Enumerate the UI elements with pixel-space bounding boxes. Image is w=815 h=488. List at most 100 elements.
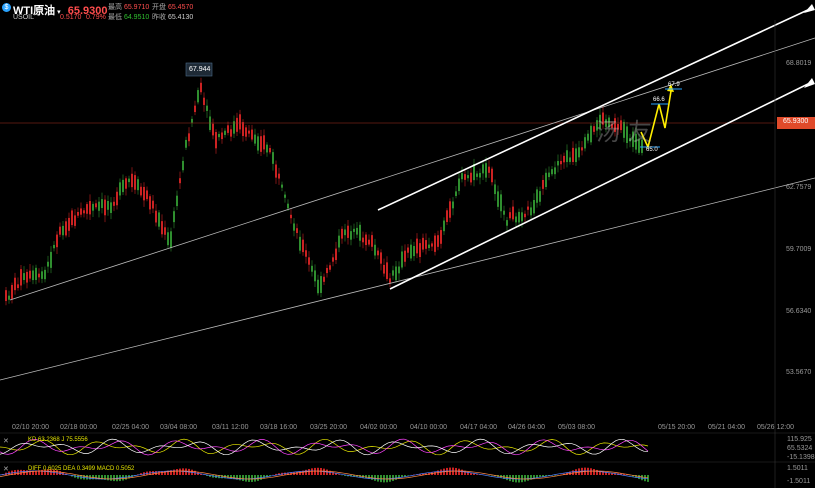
- candle-body: [260, 136, 262, 152]
- candle-body: [374, 244, 376, 256]
- time-axis-label: 02/25 04:00: [112, 424, 149, 431]
- candle-body: [140, 186, 142, 196]
- candle-body: [482, 164, 484, 174]
- candle-body: [11, 284, 13, 299]
- candle-body: [575, 148, 577, 163]
- candle-body: [128, 178, 130, 183]
- candle-body: [29, 270, 31, 279]
- candle-body: [158, 212, 160, 227]
- candle-body: [488, 166, 490, 173]
- candle-body: [173, 211, 175, 223]
- macd-bar: [593, 469, 595, 475]
- current-price-tag: 65.9300: [783, 118, 809, 125]
- candle-body: [26, 271, 28, 283]
- macd-bar: [110, 475, 112, 481]
- candle-body: [569, 157, 571, 162]
- candle-body: [17, 284, 19, 289]
- candle-body: [524, 213, 526, 218]
- time-axis-label: 02/18 00:00: [60, 424, 97, 431]
- candle-body: [527, 206, 529, 210]
- candle-body: [14, 277, 16, 291]
- stat-prev-close: 昨收 65.4130: [152, 14, 194, 21]
- macd-value: -1.5011: [787, 478, 811, 485]
- candle-body: [491, 168, 493, 183]
- candle-body: [8, 295, 10, 300]
- candle-body: [215, 132, 217, 149]
- candle-body: [458, 178, 460, 192]
- candle-body: [5, 290, 7, 302]
- candle-body: [20, 269, 22, 286]
- candle-body: [230, 129, 232, 137]
- candle-body: [200, 82, 202, 93]
- macd-bar: [152, 471, 154, 475]
- candle-body: [566, 150, 568, 163]
- candle-body: [104, 199, 106, 216]
- macd-bar: [473, 473, 475, 475]
- candle-body: [377, 250, 379, 256]
- time-axis-label: 03/18 16:00: [260, 424, 297, 431]
- candle-body: [245, 127, 247, 137]
- candle-body: [83, 210, 85, 214]
- time-axis-label: 05/15 20:00: [658, 424, 695, 431]
- time-axis-label: 03/04 08:00: [160, 424, 197, 431]
- symbol-code: USOIL: [13, 14, 35, 21]
- candle-body: [137, 179, 139, 191]
- forecast-label-67-9: 67.9: [668, 82, 680, 88]
- candle-body: [182, 160, 184, 171]
- candle-body: [101, 199, 103, 209]
- macd-legend: DIFF 0.6025 DEA 0.3499 MACD 0.5052: [28, 466, 135, 472]
- candle-body: [476, 173, 478, 177]
- candle-body: [197, 90, 199, 103]
- price-chart[interactable]: [0, 0, 815, 488]
- candle-body: [269, 148, 271, 153]
- candle-body: [362, 237, 364, 243]
- macd-bar: [458, 468, 460, 475]
- macd-bar: [524, 475, 526, 482]
- candle-body: [479, 172, 481, 178]
- candle-body: [593, 126, 595, 132]
- macd-bar: [527, 475, 529, 481]
- candle-body: [113, 201, 115, 206]
- candle-body: [485, 163, 487, 178]
- candle-body: [590, 125, 592, 143]
- candle-body: [434, 235, 436, 252]
- candle-body: [164, 227, 166, 235]
- macd-bar: [398, 475, 400, 479]
- macd-bar: [239, 475, 241, 481]
- candle-body: [416, 238, 418, 254]
- candle-body: [383, 264, 385, 274]
- macd-bar: [173, 469, 175, 475]
- time-axis-label: 04/26 04:00: [508, 424, 545, 431]
- candle-body: [350, 231, 352, 240]
- candle-body: [581, 147, 583, 151]
- kdj-close-icon[interactable]: ✕: [3, 437, 9, 445]
- candle-body: [35, 267, 37, 280]
- macd-bar: [542, 475, 544, 477]
- candle-body: [41, 271, 43, 279]
- candle-body: [32, 270, 34, 281]
- macd-close-icon[interactable]: ✕: [3, 465, 9, 473]
- price-axis-label: 68.8019: [786, 60, 812, 67]
- candle-body: [65, 221, 67, 236]
- candle-body: [179, 178, 181, 184]
- candle-body: [461, 173, 463, 180]
- macd-bar: [338, 474, 340, 475]
- time-axis-label: 03/11 12:00: [212, 424, 249, 431]
- candle-body: [452, 201, 454, 209]
- candle-body: [542, 179, 544, 189]
- candle-body: [263, 135, 265, 150]
- macd-bar: [638, 475, 640, 480]
- candle-body: [551, 169, 553, 175]
- candle-body: [131, 173, 133, 188]
- candle-body: [242, 122, 244, 137]
- candle-body: [317, 279, 319, 294]
- candle-body: [557, 160, 559, 166]
- candle-body: [554, 167, 556, 175]
- candle-body: [380, 252, 382, 264]
- time-axis-label: 04/17 04:00: [460, 424, 497, 431]
- candle-body: [98, 201, 100, 211]
- kdj-value: -15.1398: [787, 454, 815, 461]
- macd-bar: [107, 475, 109, 481]
- candle-body: [335, 248, 337, 261]
- candle-body: [413, 246, 415, 257]
